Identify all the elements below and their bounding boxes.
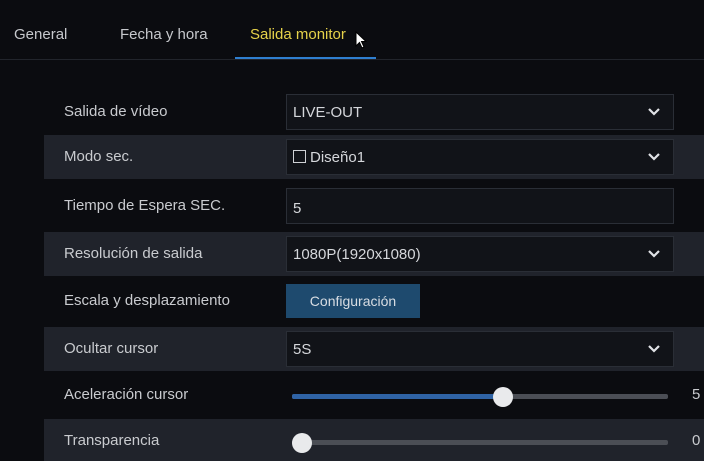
output-resolution-select[interactable]: 1080P(1920x1080) <box>286 236 674 272</box>
setting-row-seq-timeout: Tiempo de Espera SEC. 5 <box>44 184 704 228</box>
setting-row-seq-mode: Modo sec. Diseño1 <box>44 135 704 179</box>
configuration-button[interactable]: Configuración <box>286 284 420 318</box>
chevron-down-icon <box>648 153 660 161</box>
scale-offset-label: Escala y desplazamiento <box>64 292 230 309</box>
tab-monitor-output[interactable]: Salida monitor <box>250 26 346 43</box>
video-output-select[interactable]: LIVE-OUT <box>286 94 674 130</box>
tab-bar: General Fecha y hora Salida monitor <box>0 0 704 60</box>
monitor-output-settings-window: General Fecha y hora Salida monitor Sali… <box>0 0 704 461</box>
hide-cursor-label: Ocultar cursor <box>64 340 159 357</box>
transparency-slider-handle[interactable] <box>292 433 312 453</box>
cursor-accel-slider-fill <box>292 394 503 399</box>
seq-mode-value: Diseño1 <box>310 149 366 166</box>
tab-general[interactable]: General <box>14 26 67 43</box>
setting-row-video-output: Salida de vídeo LIVE-OUT <box>44 90 704 134</box>
video-output-value: LIVE-OUT <box>293 104 363 121</box>
chevron-down-icon <box>648 345 660 353</box>
hide-cursor-select[interactable]: 5S <box>286 331 674 367</box>
seq-mode-checkbox[interactable] <box>293 150 306 163</box>
output-resolution-label: Resolución de salida <box>64 245 203 262</box>
setting-row-output-resolution: Resolución de salida 1080P(1920x1080) <box>44 232 704 276</box>
setting-row-transparency: Transparencia 0 <box>44 419 704 461</box>
cursor-accel-label: Aceleración cursor <box>64 386 189 403</box>
video-output-label: Salida de vídeo <box>64 103 168 120</box>
tab-bar-divider <box>0 59 704 60</box>
setting-row-hide-cursor: Ocultar cursor 5S <box>44 327 704 371</box>
seq-timeout-value: 5 <box>293 200 302 217</box>
chevron-down-icon <box>648 108 660 116</box>
seq-timeout-input[interactable]: 5 <box>286 188 674 224</box>
hide-cursor-value: 5S <box>293 341 312 358</box>
cursor-accel-slider-handle[interactable] <box>492 387 513 407</box>
seq-timeout-label: Tiempo de Espera SEC. <box>64 197 226 214</box>
setting-row-scale-offset: Escala y desplazamiento Configuración <box>44 279 704 323</box>
transparency-value: 0 <box>692 432 701 449</box>
transparency-label: Transparencia <box>64 432 160 449</box>
transparency-slider[interactable] <box>292 433 668 453</box>
setting-row-cursor-accel: Aceleración cursor 5 <box>44 373 704 417</box>
mouse-pointer-icon <box>355 31 367 49</box>
cursor-accel-slider[interactable] <box>292 387 668 407</box>
cursor-accel-value: 5 <box>692 386 701 403</box>
seq-mode-label: Modo sec. <box>64 148 134 165</box>
seq-mode-select[interactable]: Diseño1 <box>286 139 674 175</box>
tab-date-time[interactable]: Fecha y hora <box>120 26 208 43</box>
chevron-down-icon <box>648 250 660 258</box>
output-resolution-value: 1080P(1920x1080) <box>293 246 421 263</box>
